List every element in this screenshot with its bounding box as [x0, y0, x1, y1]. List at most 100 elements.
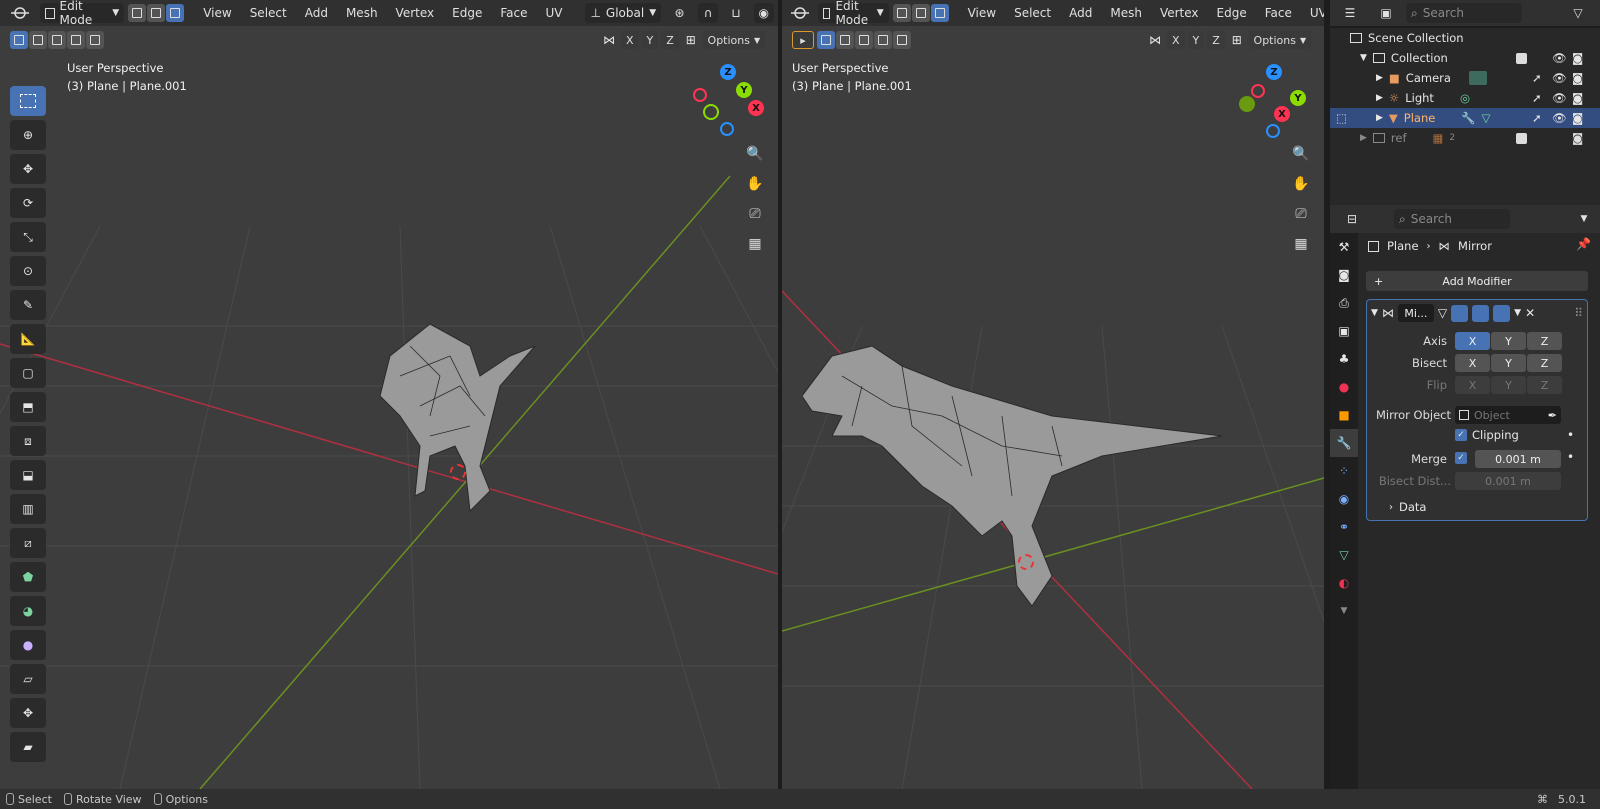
3d-cursor[interactable]: [1018, 554, 1034, 570]
checkbox-checked-icon[interactable]: ✓: [1455, 429, 1467, 441]
tab-output[interactable]: ⎙: [1330, 289, 1358, 317]
pivot-dropdown[interactable]: ⊛: [665, 3, 694, 23]
render-icon[interactable]: ◙: [1572, 91, 1583, 105]
options-dropdown[interactable]: Options ▼: [1248, 31, 1311, 49]
outliner-row-collection[interactable]: ▼ Collection 👁 ◙: [1330, 48, 1600, 68]
select-intersect-button[interactable]: [86, 31, 104, 49]
checkbox-icon[interactable]: [1516, 52, 1527, 64]
select-intersect-button[interactable]: [893, 31, 911, 49]
zoom-button[interactable]: 🔍: [743, 142, 767, 166]
pan-button[interactable]: ✋: [1289, 172, 1313, 196]
transform-tool[interactable]: ⊙: [10, 256, 46, 286]
rotate-tool[interactable]: ⟳: [10, 188, 46, 218]
tab-view-layer[interactable]: ▣: [1330, 317, 1358, 345]
chevron-right-icon[interactable]: ▶: [1376, 113, 1383, 123]
loop-cut-tool[interactable]: ▥: [10, 494, 46, 524]
render-toggle[interactable]: [1493, 304, 1511, 322]
outliner-search[interactable]: ⌕ Search: [1406, 3, 1522, 23]
shear-tool[interactable]: ▰: [10, 732, 46, 762]
menu-vertex[interactable]: Vertex: [1153, 3, 1206, 23]
menu-view[interactable]: View: [961, 3, 1003, 23]
poly-build-tool[interactable]: ⬟: [10, 562, 46, 592]
filter-button[interactable]: ▽: [1560, 3, 1596, 23]
mode-dropdown[interactable]: Edit Mode ▼: [818, 0, 889, 26]
inset-tool[interactable]: ⧈: [10, 426, 46, 456]
chevron-right-icon[interactable]: ▶: [1376, 73, 1383, 83]
outliner-row-ref[interactable]: ▶ ref ▦ 2 ◙: [1330, 128, 1600, 148]
bisect-z-toggle[interactable]: Z: [1527, 354, 1562, 372]
chevron-right-icon[interactable]: ▶: [1376, 93, 1383, 103]
render-icon[interactable]: ◙: [1572, 111, 1583, 125]
mirror-x-toggle[interactable]: X: [621, 31, 639, 49]
menu-view[interactable]: View: [196, 3, 238, 23]
select-box-tool[interactable]: [10, 86, 46, 116]
tab-constraints[interactable]: ⚭: [1330, 513, 1358, 541]
camera-view-button[interactable]: ⎚: [743, 202, 767, 226]
edge-select-button[interactable]: [147, 4, 166, 22]
menu-add[interactable]: Add: [298, 3, 335, 23]
on-cage-icon[interactable]: ▽: [1438, 306, 1447, 320]
tab-scene[interactable]: ♣: [1330, 345, 1358, 373]
eye-icon[interactable]: 👁: [1552, 51, 1567, 65]
add-modifier-button[interactable]: + Add Modifier: [1366, 271, 1588, 291]
menu-vertex[interactable]: Vertex: [389, 3, 442, 23]
chevron-down-icon[interactable]: ▼: [1360, 53, 1367, 63]
outliner-row-plane[interactable]: ⬚ ▶ ▼ Plane 🔧 ▽ ➚ 👁 ◙: [1330, 108, 1600, 128]
gizmo-y-axis[interactable]: Y: [1290, 90, 1306, 106]
pan-button[interactable]: ✋: [743, 172, 767, 196]
camera-view-button[interactable]: ⎚: [1289, 202, 1313, 226]
mirror-z-toggle[interactable]: Z: [1207, 31, 1225, 49]
select-new-button[interactable]: [10, 31, 28, 49]
vertex-select-button[interactable]: [892, 4, 911, 22]
mirror-y-toggle[interactable]: Y: [1187, 31, 1205, 49]
bisect-x-toggle[interactable]: X: [1455, 354, 1490, 372]
outliner-row-scene-collection[interactable]: Scene Collection: [1330, 28, 1600, 48]
add-cube-tool[interactable]: ▢: [10, 358, 46, 388]
gizmo-z-axis[interactable]: Z: [1266, 64, 1282, 80]
menu-mesh[interactable]: Mesh: [339, 3, 385, 23]
zoom-button[interactable]: 🔍: [1289, 142, 1313, 166]
render-icon[interactable]: ◙: [1572, 131, 1583, 145]
merge-distance-field[interactable]: 0.001 m: [1475, 450, 1561, 468]
face-select-button[interactable]: [930, 4, 949, 22]
snap-target-dropdown[interactable]: ⊔: [722, 3, 749, 23]
gizmo-y-axis[interactable]: Y: [736, 82, 752, 98]
properties-editor-type[interactable]: ⊟: [1334, 209, 1370, 229]
gizmo-x-axis[interactable]: X: [1274, 106, 1290, 122]
gizmo-x-axis[interactable]: X: [748, 100, 764, 116]
eye-icon[interactable]: 👁: [1552, 111, 1567, 125]
tab-physics[interactable]: ◉: [1330, 485, 1358, 513]
navigation-gizmo[interactable]: Z Y X: [690, 62, 770, 142]
menu-face[interactable]: Face: [493, 3, 534, 23]
menu-select[interactable]: Select: [243, 3, 294, 23]
options-dropdown[interactable]: Options ▼: [702, 31, 765, 49]
editor-type-button[interactable]: [4, 3, 36, 23]
keyframe-dot-icon[interactable]: •: [1567, 450, 1574, 464]
menu-add[interactable]: Add: [1062, 3, 1099, 23]
topology-mirror-icon[interactable]: ⊞: [682, 33, 700, 47]
tab-modifiers[interactable]: 🔧: [1330, 429, 1358, 457]
measure-tool[interactable]: 📐: [10, 324, 46, 354]
mirror-y-toggle[interactable]: Y: [641, 31, 659, 49]
render-icon[interactable]: ◙: [1572, 71, 1583, 85]
edit-mode-toggle[interactable]: [1451, 304, 1469, 322]
outliner-row-light[interactable]: ▶ ☼ Light ◎ ➚ 👁 ◙: [1330, 88, 1600, 108]
extrude-tool[interactable]: ⬒: [10, 392, 46, 422]
select-subtract-button[interactable]: [48, 31, 66, 49]
render-icon[interactable]: ◙: [1572, 51, 1583, 65]
axis-x-toggle[interactable]: X: [1455, 332, 1490, 350]
menu-edge[interactable]: Edge: [1210, 3, 1254, 23]
select-invert-button[interactable]: [67, 31, 85, 49]
checkbox-icon[interactable]: [1516, 132, 1527, 144]
snap-toggle[interactable]: ∩: [698, 3, 719, 23]
face-select-button[interactable]: [166, 4, 185, 22]
edge-select-button[interactable]: [911, 4, 930, 22]
properties-options-dropdown[interactable]: ▼: [1572, 209, 1596, 229]
topology-mirror-icon[interactable]: ⊞: [1228, 33, 1246, 47]
tab-particles[interactable]: ⁘: [1330, 457, 1358, 485]
clipping-checkbox-row[interactable]: ✓ Clipping: [1455, 428, 1519, 442]
pin-icon[interactable]: 📌: [1576, 237, 1591, 251]
outliner-row-camera[interactable]: ▶ ■ Camera ➚ 👁 ◙: [1330, 68, 1600, 88]
spin-tool[interactable]: ◕: [10, 596, 46, 626]
tab-object[interactable]: ■: [1330, 401, 1358, 429]
